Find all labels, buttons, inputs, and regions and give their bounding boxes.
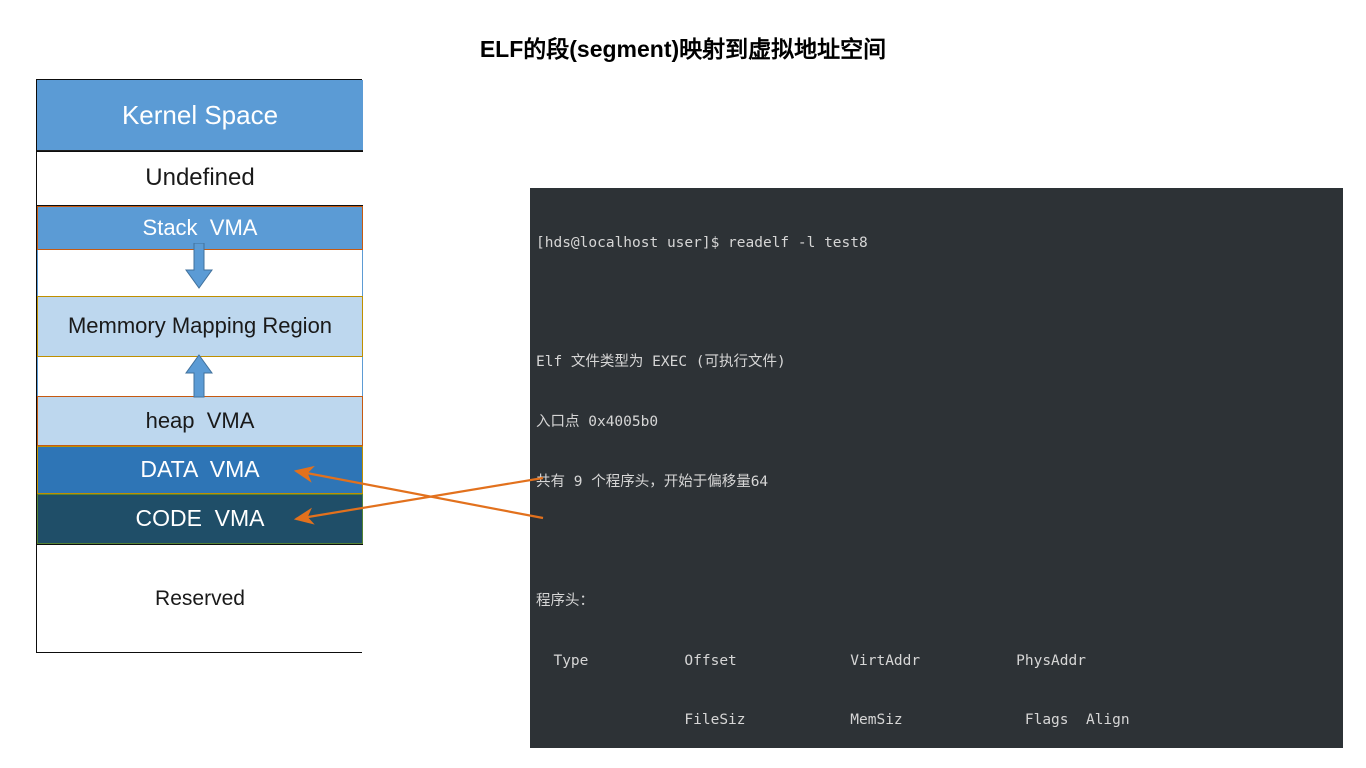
readelf-terminal-output[interactable]: [hds@localhost user]$ readelf -l test8 E… (530, 188, 1343, 748)
memory-block-code-vma-label: CODE VMA (135, 506, 264, 531)
terminal-section-label: 程序头： (536, 592, 1343, 612)
arrow-down-icon (184, 243, 214, 291)
memory-block-reserved-label: Reserved (155, 587, 245, 610)
terminal-header-row-2: FileSiz MemSiz Flags Align (536, 711, 1343, 731)
memory-block-memory-mapping-region-label: Memmory Mapping Region (68, 314, 332, 338)
arrow-up-icon (184, 354, 214, 398)
terminal-elf-type-line: Elf 文件类型为 EXEC (可执行文件) (536, 353, 1343, 373)
terminal-blank-line (536, 294, 1343, 314)
memory-block-undefined[interactable]: Undefined (37, 151, 363, 206)
memory-block-data-vma[interactable]: DATA VMA (37, 446, 363, 494)
page-title: ELF的段(segment)映射到虚拟地址空间 (0, 30, 1366, 64)
memory-block-undefined-label: Undefined (145, 165, 254, 191)
slide-canvas: ELF的段(segment)映射到虚拟地址空间 Kernel Space Und… (0, 0, 1366, 768)
terminal-header-row-1: Type Offset VirtAddr PhysAddr (536, 652, 1343, 672)
terminal-entry-line: 入口点 0x4005b0 (536, 413, 1343, 433)
memory-block-heap-vma-label: heap VMA (146, 409, 255, 433)
memory-block-stack-vma-label: Stack VMA (143, 216, 258, 240)
virtual-address-space-diagram: Kernel Space Undefined Stack VMA Memmory… (36, 79, 362, 653)
memory-block-reserved[interactable]: Reserved (37, 544, 363, 652)
memory-block-code-vma[interactable]: CODE VMA (37, 494, 363, 544)
terminal-blank-line-2 (536, 532, 1343, 552)
memory-block-data-vma-label: DATA VMA (140, 457, 259, 482)
terminal-prompt-line: [hds@localhost user]$ readelf -l test8 (536, 234, 1343, 254)
terminal-count-line: 共有 9 个程序头，开始于偏移量64 (536, 473, 1343, 493)
memory-block-memory-mapping-region[interactable]: Memmory Mapping Region (37, 296, 363, 357)
memory-block-kernel-space-label: Kernel Space (122, 101, 278, 130)
memory-block-heap-vma[interactable]: heap VMA (37, 396, 363, 446)
memory-block-kernel-space[interactable]: Kernel Space (37, 80, 363, 151)
